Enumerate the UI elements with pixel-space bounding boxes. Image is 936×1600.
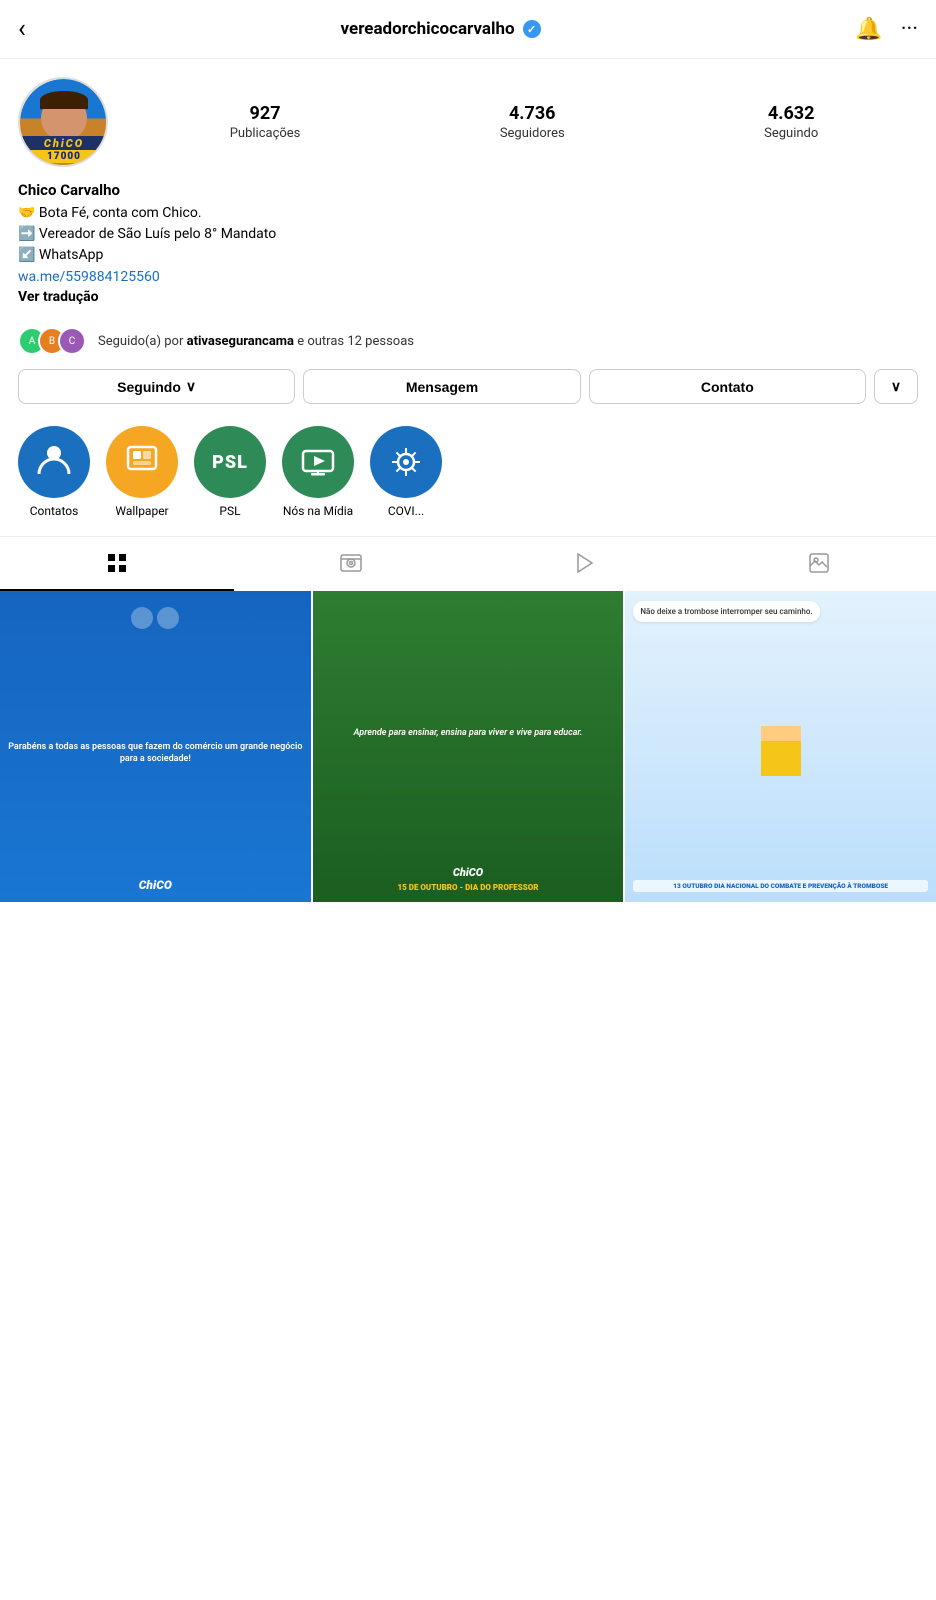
posts-label: Publicações (230, 126, 301, 141)
more-options-icon[interactable]: ··· (901, 17, 918, 42)
grid-item-3[interactable]: Não deixe a trombose interromper seu cam… (625, 591, 936, 902)
highlight-wallpaper[interactable]: Wallpaper (106, 426, 178, 518)
tv-icon (299, 443, 337, 481)
expand-icon: ∨ (891, 378, 901, 395)
posts-grid: Parabéns a todas as pessoas que fazem do… (0, 591, 936, 902)
followed-avatars: A B C (18, 327, 78, 355)
post-1-logo: ChiCO (139, 878, 172, 892)
highlight-nos-na-midia[interactable]: Nós na Mídia (282, 426, 354, 518)
reels-icon (339, 551, 363, 575)
avatar-image: ChiCO 17000 (20, 79, 108, 167)
highlight-covid[interactable]: COVI... (370, 426, 442, 518)
highlight-psl-icon: PSL (212, 452, 248, 473)
following-stat[interactable]: 4.632 Seguindo (764, 103, 818, 141)
highlight-contatos-icon (35, 440, 73, 485)
highlight-psl-circle: PSL (194, 426, 266, 498)
followed-by-section: A B C Seguido(a) por ativasegurancama e … (18, 315, 918, 369)
highlight-midia-label: Nós na Mídia (283, 504, 353, 518)
stats-row: 927 Publicações 4.736 Seguidores 4.632 S… (130, 103, 918, 141)
highlight-contatos[interactable]: Contatos (18, 426, 90, 518)
contact-button[interactable]: Contato (589, 369, 866, 404)
header: ‹ vereadorchicocarvalho ✓ 🔔 ··· (0, 0, 936, 59)
grid-item-1[interactable]: Parabéns a todas as pessoas que fazem do… (0, 591, 311, 902)
tab-igtv[interactable] (468, 537, 702, 591)
highlight-covid-circle (370, 426, 442, 498)
post-1-bg: Parabéns a todas as pessoas que fazem do… (0, 591, 311, 902)
expand-button[interactable]: ∨ (874, 369, 918, 404)
highlight-midia-circle (282, 426, 354, 498)
grid-icon (105, 551, 129, 575)
content-tabs (0, 536, 936, 591)
followed-by-prefix: Seguido(a) por (98, 334, 187, 349)
followed-avatar-3: C (58, 327, 86, 355)
post-3-bubble: Não deixe a trombose interromper seu cam… (633, 601, 819, 622)
followers-count: 4.736 (509, 103, 556, 124)
post-1-people (131, 607, 179, 629)
translate-button[interactable]: Ver tradução (18, 289, 918, 305)
post-2-caption: 15 DE OUTUBRO - DIA DO PROFESSOR (398, 883, 539, 892)
followed-by-name[interactable]: ativasegurancama (187, 334, 294, 349)
verified-icon: ✓ (523, 20, 541, 38)
highlights-row: Contatos Wallpaper PSL PSL (0, 422, 936, 536)
bio-line-1: 🤝 Bota Fé, conta com Chico. (18, 203, 918, 224)
highlight-wallpaper-icon (123, 440, 161, 485)
highlight-covid-label: COVI... (388, 504, 424, 518)
followers-stat[interactable]: 4.736 Seguidores (500, 103, 565, 141)
post-2-bg: Aprende para ensinar, ensina para viver … (313, 591, 624, 902)
post-1-text: Parabéns a todas as pessoas que fazem do… (6, 741, 305, 766)
virus-icon (387, 443, 425, 481)
highlight-wallpaper-circle (106, 426, 178, 498)
bio-link[interactable]: wa.me/559884125560 (18, 269, 160, 285)
bio-line-3: ↙️ WhatsApp (18, 245, 918, 266)
post-2-text: Aprende para ensinar, ensina para viver … (354, 601, 583, 866)
profile-section: ChiCO 17000 927 Publicações 4.736 Seguid… (0, 59, 936, 422)
grid-item-2[interactable]: Aprende para ensinar, ensina para viver … (313, 591, 624, 902)
message-button[interactable]: Mensagem (303, 369, 580, 404)
notifications-icon[interactable]: 🔔 (855, 17, 882, 42)
followed-by-suffix: e outras 12 pessoas (294, 334, 414, 349)
profile-top-row: ChiCO 17000 927 Publicações 4.736 Seguid… (18, 77, 918, 167)
back-button[interactable]: ‹ (18, 14, 26, 44)
play-icon (573, 551, 597, 575)
tab-grid[interactable] (0, 537, 234, 591)
post-3-caption-area: 13 OUTUBRO DIA NACIONAL DO COMBATE E PRE… (633, 880, 928, 892)
highlight-contatos-circle (18, 426, 90, 498)
following-label: Seguindo (764, 126, 818, 141)
followed-text: Seguido(a) por ativasegurancama e outras… (98, 334, 414, 349)
following-count: 4.632 (768, 103, 815, 124)
tagged-icon (807, 551, 831, 575)
bio-line-2: ➡️ Vereador de São Luís pelo 8° Mandato (18, 224, 918, 245)
highlight-contatos-label: Contatos (30, 504, 79, 518)
post-3-caption: 13 OUTUBRO DIA NACIONAL DO COMBATE E PRE… (633, 880, 928, 892)
action-buttons: Seguindo ∨ Mensagem Contato ∨ (18, 369, 918, 422)
tab-tagged[interactable] (702, 537, 936, 591)
post-2-logo: ChiCO (453, 866, 483, 879)
chevron-down-icon: ∨ (186, 378, 196, 395)
highlight-wallpaper-label: Wallpaper (115, 504, 168, 518)
avatar[interactable]: ChiCO 17000 (18, 77, 108, 167)
profile-name: Chico Carvalho (18, 181, 918, 199)
header-username-area: vereadorchicocarvalho ✓ (341, 19, 541, 39)
highlight-psl[interactable]: PSL PSL (194, 426, 266, 518)
post-3-person (761, 726, 801, 776)
post-3-bg: Não deixe a trombose interromper seu cam… (625, 591, 936, 902)
posts-stat[interactable]: 927 Publicações (230, 103, 301, 141)
followers-label: Seguidores (500, 126, 565, 141)
username-text: vereadorchicocarvalho (341, 19, 515, 39)
tab-reels[interactable] (234, 537, 468, 591)
bio-section: Chico Carvalho 🤝 Bota Fé, conta com Chic… (18, 181, 918, 315)
following-button[interactable]: Seguindo ∨ (18, 369, 295, 404)
posts-count: 927 (250, 103, 281, 124)
highlight-psl-label: PSL (219, 504, 240, 518)
header-actions: 🔔 ··· (855, 17, 918, 42)
